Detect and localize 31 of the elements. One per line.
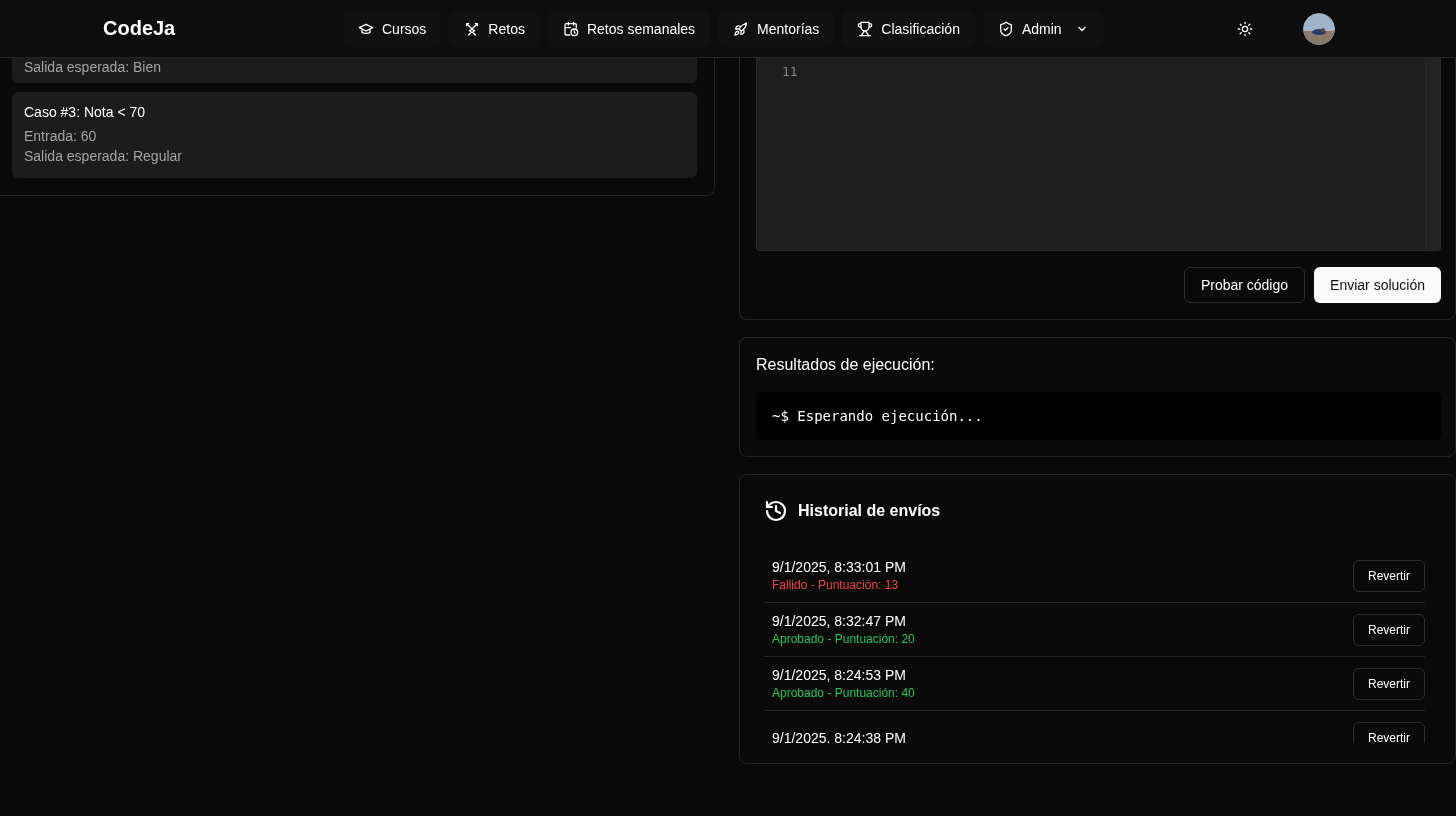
- shield-check-icon: [997, 20, 1014, 37]
- submission-status: Aprobado - Puntuación: 20: [772, 632, 915, 646]
- trophy-icon: [857, 20, 874, 37]
- history-icon: [764, 499, 788, 523]
- test-case-title: Caso #3: Nota < 70: [24, 104, 147, 120]
- revert-button[interactable]: Revertir: [1353, 613, 1425, 646]
- submission-status: Aprobado - Puntuación: 40: [772, 686, 915, 700]
- submit-button[interactable]: Enviar solución: [1314, 267, 1441, 303]
- test-case-line: Salida esperada: Bien: [24, 58, 162, 77]
- submission-time: 9/1/2025, 8:32:47 PM: [772, 613, 907, 629]
- code-editor[interactable]: 11: [756, 57, 1441, 251]
- logo[interactable]: CodeJa: [103, 17, 343, 40]
- test-case-line: Entrada: 60: [24, 127, 98, 146]
- swords-icon: [464, 20, 481, 37]
- revert-button[interactable]: Revertir: [1353, 667, 1425, 700]
- sun-icon[interactable]: [1237, 20, 1253, 37]
- calendar-clock-icon: [562, 20, 579, 37]
- submission-status: Fallido - Puntuación: 13: [772, 578, 900, 592]
- avatar[interactable]: [1303, 12, 1335, 45]
- revert-button[interactable]: Revertir: [1353, 559, 1425, 592]
- rocket-icon: [733, 20, 750, 37]
- test-case-line: Salida esperada: Regular: [24, 147, 183, 166]
- test-button[interactable]: Probar código: [1183, 267, 1306, 303]
- console-output: ~$ Esperando ejecución...: [756, 392, 1441, 440]
- revert-button[interactable]: Revertir: [1353, 721, 1425, 743]
- line-number: 11: [782, 64, 799, 79]
- scrollbar[interactable]: [1425, 57, 1440, 250]
- submission-time: 9/1/2025, 8:33:01 PM: [772, 559, 906, 575]
- history-title: Historial de envíos: [798, 502, 941, 520]
- submission-time: 9/1/2025, 8:24:53 PM: [772, 667, 907, 683]
- results-title: Resultados de ejecución:: [756, 356, 936, 374]
